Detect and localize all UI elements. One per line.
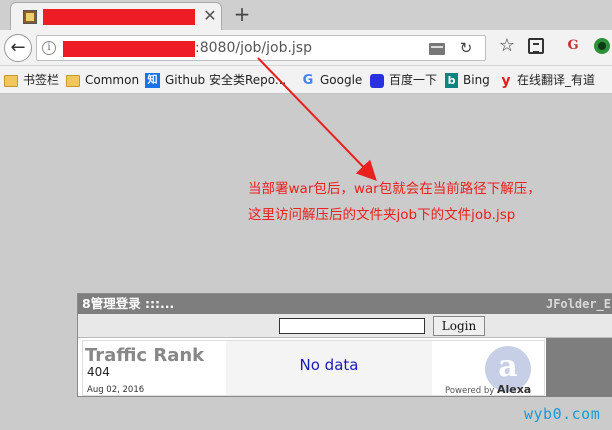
annotation-line-1: 当部署war包后，war包就会在当前路径下解压， bbox=[248, 181, 541, 197]
annotation-line-2: 这里访问解压后的文件夹job下的文件job.jsp bbox=[248, 207, 516, 223]
panel-title: 8管理登录 :::... bbox=[82, 296, 175, 311]
panel-header: 8管理登录 :::... JFolder_E bbox=[78, 294, 612, 314]
traffic-rank-value: 404 bbox=[87, 365, 110, 379]
traffic-rank-date: Aug 02, 2016 bbox=[87, 385, 145, 395]
traffic-rank-widget[interactable]: Traffic Rank 404 Aug 02, 2016 No data a … bbox=[82, 340, 545, 396]
powered-by-label: Powered by bbox=[445, 386, 495, 396]
watermark: wyb0.com bbox=[524, 405, 601, 423]
powered-by-alexa: Powered by Alexa bbox=[445, 383, 531, 396]
password-input[interactable] bbox=[279, 318, 425, 334]
jfolder-panel: 8管理登录 :::... JFolder_E Login Traffic Ran… bbox=[77, 293, 612, 397]
panel-side-fill bbox=[546, 338, 612, 397]
login-button[interactable]: Login bbox=[433, 316, 485, 336]
panel-header-brand: JFolder_E bbox=[545, 297, 611, 311]
traffic-rank-title: Traffic Rank bbox=[85, 345, 205, 366]
login-row: Login bbox=[78, 314, 612, 338]
alexa-wordmark: Alexa bbox=[496, 383, 532, 396]
rank-chart-area: No data bbox=[226, 341, 432, 395]
annotation-text: 当部署war包后，war包就会在当前路径下解压， 这里访问解压后的文件夹job下… bbox=[248, 176, 588, 228]
no-data-text: No data bbox=[299, 356, 359, 374]
